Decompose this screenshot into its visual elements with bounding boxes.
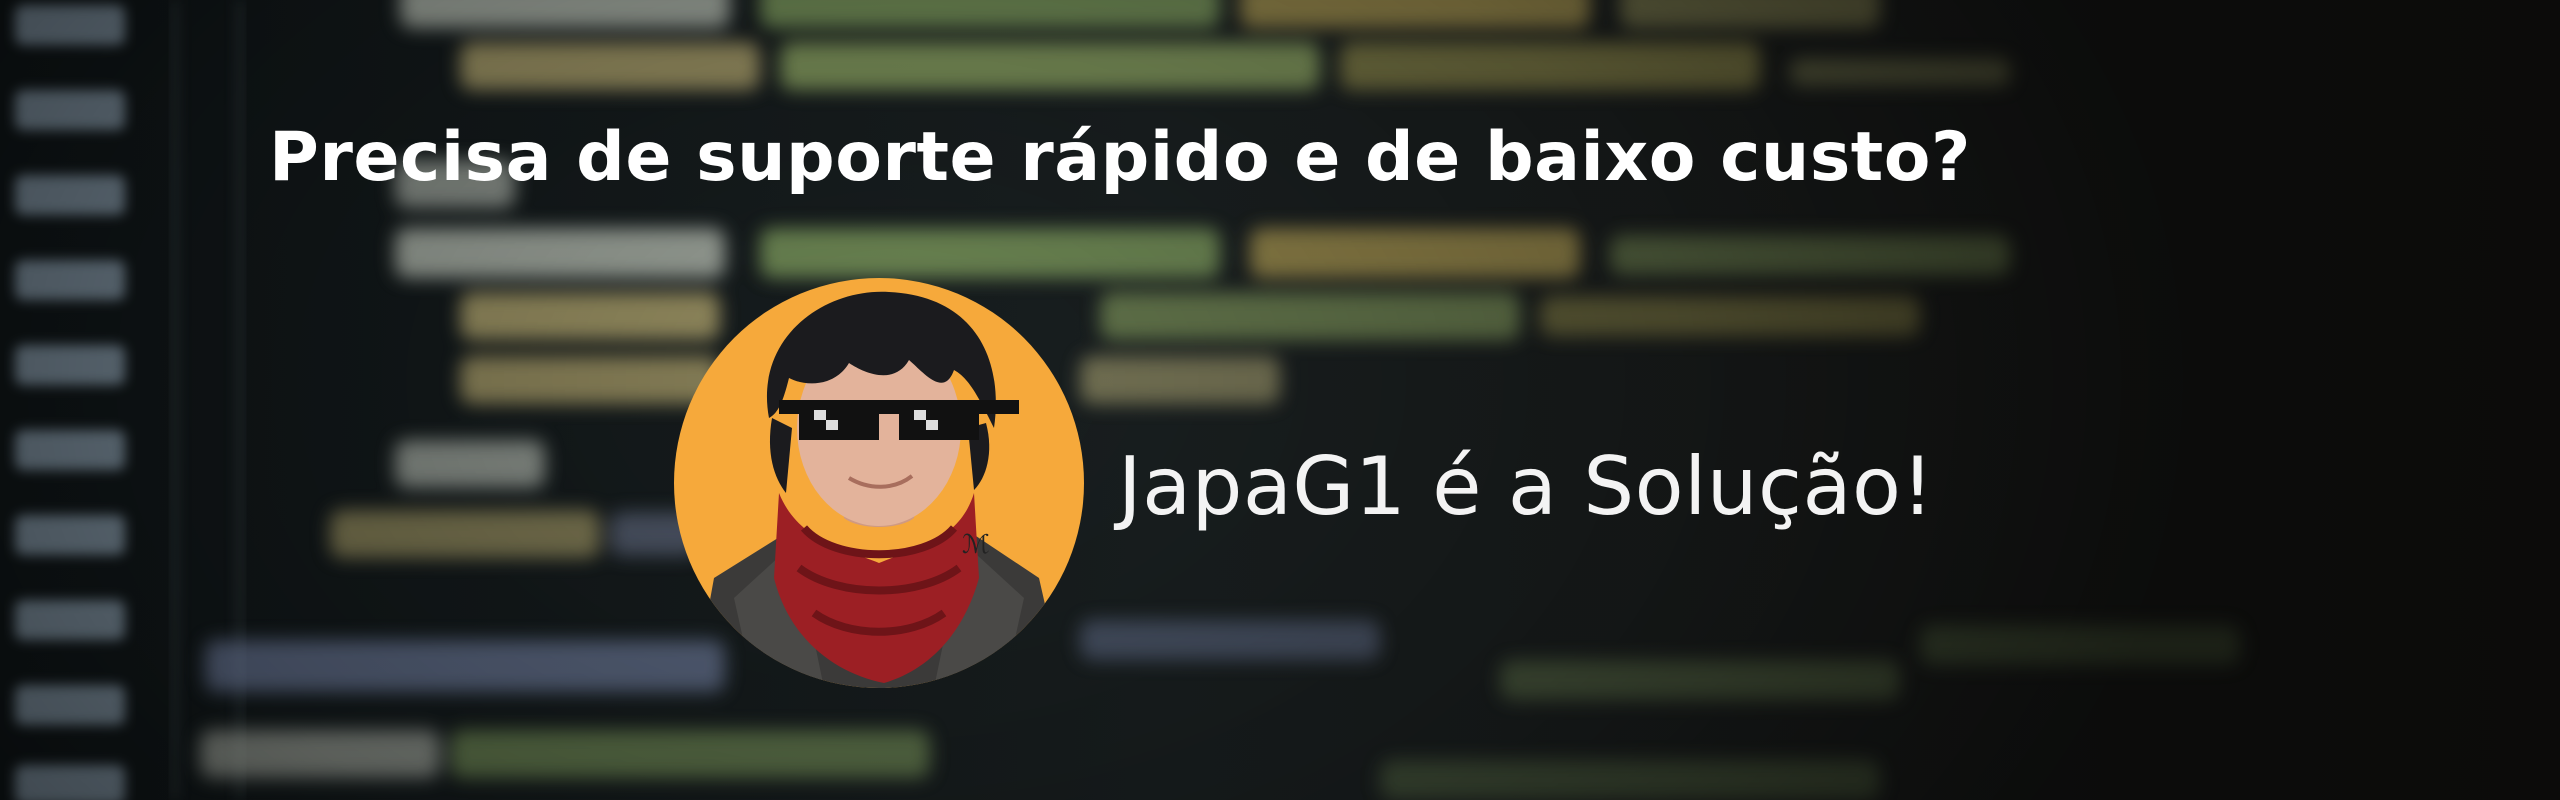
- hero-banner: Precisa de suporte rápido e de baixo cus…: [0, 0, 2560, 800]
- tagline: JapaG1 é a Solução!: [1118, 440, 1935, 533]
- svg-text:ℳ: ℳ: [962, 530, 990, 560]
- headline: Precisa de suporte rápido e de baixo cus…: [269, 118, 1971, 197]
- avatar: ℳ: [674, 278, 1084, 688]
- cartoon-avatar-icon: ℳ: [674, 278, 1084, 688]
